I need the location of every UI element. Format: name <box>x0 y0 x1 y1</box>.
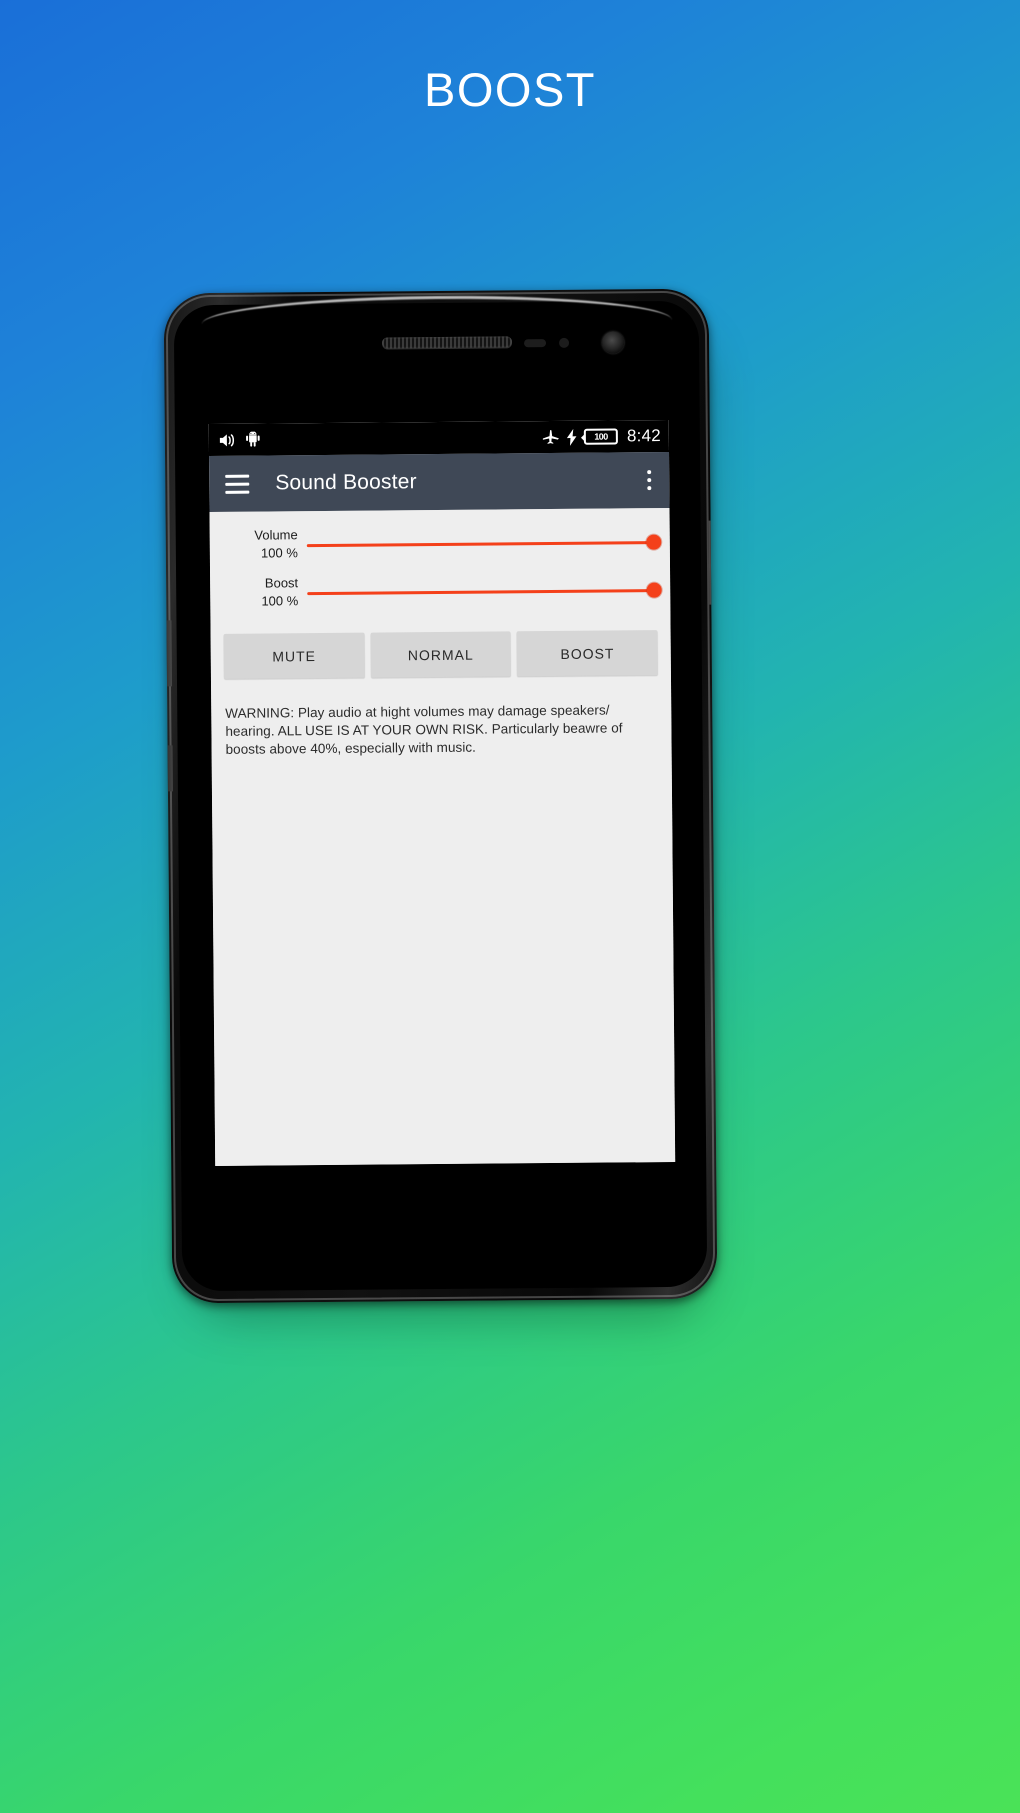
charging-bolt-icon <box>566 428 577 446</box>
status-bar-left-icons <box>219 431 261 448</box>
slider-volume-name: Volume <box>254 527 298 543</box>
volume-up-button[interactable] <box>163 620 173 687</box>
status-bar: 100 8:42 <box>208 419 670 457</box>
overflow-dot <box>647 486 652 491</box>
warning-text: WARNING: Play audio at hight volumes may… <box>225 702 623 757</box>
slider-volume-thumb[interactable] <box>646 534 662 550</box>
light-sensor-icon <box>559 337 570 348</box>
proximity-sensor-icon <box>524 339 547 348</box>
slider-volume[interactable] <box>306 522 662 565</box>
more-vertical-icon[interactable] <box>639 464 659 496</box>
front-camera-icon <box>601 331 625 354</box>
page-title: BOOST <box>423 63 597 116</box>
battery-level-label: 100 <box>594 431 608 442</box>
slider-boost-fill <box>307 588 655 595</box>
volume-down-button[interactable] <box>163 745 173 792</box>
slider-boost-track[interactable] <box>307 582 662 598</box>
hamburger-line <box>225 474 250 478</box>
earpiece-speaker-grille <box>381 336 513 349</box>
slider-volume-track[interactable] <box>306 534 662 550</box>
status-bar-clock: 8:42 <box>626 426 661 446</box>
slider-row-volume: Volume 100 % <box>222 522 662 566</box>
app-content: Volume 100 % Boost 100 % MUTE NORMAL BOO… <box>209 507 676 1166</box>
slider-boost-name: Boost <box>264 575 299 591</box>
boost-button[interactable]: BOOST <box>516 630 658 677</box>
slider-boost-value: 100 % <box>261 593 299 609</box>
phone-mockup: 100 8:42 Sound Booster Volume 100 % Boos… <box>163 288 728 1321</box>
speaker-icon <box>219 432 236 447</box>
hamburger-line <box>225 490 250 494</box>
battery-icon: 100 <box>583 428 619 445</box>
airplane-mode-icon <box>542 428 560 446</box>
power-button[interactable] <box>708 520 718 605</box>
phone-screen: 100 8:42 Sound Booster Volume 100 % Boos… <box>208 419 676 1166</box>
overflow-dot <box>647 478 652 483</box>
hamburger-menu-icon[interactable] <box>225 474 250 494</box>
app-bar: Sound Booster <box>209 451 670 513</box>
slider-boost[interactable] <box>307 570 662 613</box>
mode-button-row: MUTE NORMAL BOOST <box>223 630 659 679</box>
hamburger-line <box>225 482 250 486</box>
phone-bezel-highlight <box>201 293 672 325</box>
mute-button[interactable]: MUTE <box>223 632 365 679</box>
overflow-dot <box>647 470 652 475</box>
phone-body: 100 8:42 Sound Booster Volume 100 % Boos… <box>163 288 718 1304</box>
slider-row-boost: Boost 100 % <box>222 570 662 614</box>
slider-volume-labels: Volume 100 % <box>222 525 307 563</box>
slider-volume-value: 100 % <box>260 545 298 561</box>
slider-boost-thumb[interactable] <box>646 582 662 598</box>
status-bar-right-icons: 100 8:42 <box>542 426 661 447</box>
normal-button[interactable]: NORMAL <box>370 631 512 678</box>
slider-volume-fill <box>306 540 654 547</box>
slider-boost-labels: Boost 100 % <box>222 573 307 611</box>
android-robot-icon <box>245 431 261 448</box>
app-title: Sound Booster <box>275 470 417 495</box>
